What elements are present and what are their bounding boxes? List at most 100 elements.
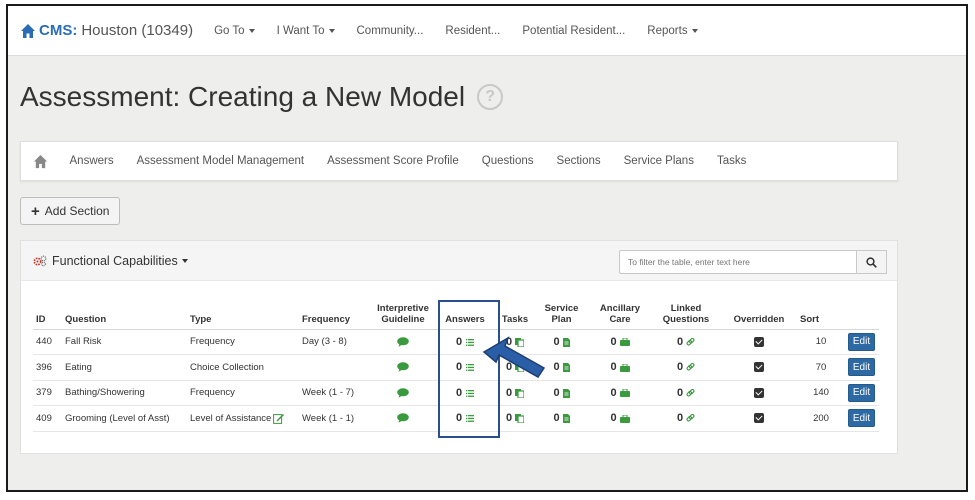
subnav-service-plans[interactable]: Service Plans	[612, 155, 705, 167]
model-subnav: Answers Assessment Model Management Asse…	[20, 141, 898, 181]
col-sort[interactable]: Sort	[797, 296, 845, 330]
nav-go-to[interactable]: Go To	[203, 25, 265, 37]
checkbox-icon	[754, 387, 764, 398]
add-section-label: Add Section	[44, 204, 110, 218]
briefcase-icon	[619, 337, 630, 347]
cell-sort: 70	[797, 354, 845, 381]
nav-i-want-to[interactable]: I Want To	[266, 25, 346, 37]
linked-questions-count: 0	[676, 386, 684, 399]
cell-linked-questions[interactable]: 0	[651, 380, 721, 406]
cell-type: Level of Assistance	[187, 405, 299, 432]
cell-id: 440	[33, 329, 62, 355]
cell-type-text: Frequency	[190, 336, 235, 348]
brand[interactable]: CMS: Houston (10349)	[20, 22, 193, 39]
caret-down-icon	[181, 258, 188, 263]
tasks-count: 0	[505, 412, 513, 425]
home-icon[interactable]	[33, 154, 48, 169]
filter-input[interactable]	[619, 250, 858, 274]
link-icon	[686, 363, 695, 371]
file-icon	[562, 363, 570, 373]
cell-type-text: Frequency	[190, 387, 235, 399]
cell-sort: 10	[797, 329, 845, 355]
cell-id: 396	[33, 354, 62, 381]
nav-resident[interactable]: Resident...	[434, 25, 511, 37]
cell-ancillary-care[interactable]: 0	[589, 354, 651, 381]
cell-service-plan[interactable]: 0	[534, 380, 589, 406]
col-service-plan-line1: Service	[544, 302, 579, 314]
cell-id: 379	[33, 380, 62, 406]
edit-pencil-icon[interactable]	[273, 413, 285, 424]
cell-ancillary-care[interactable]: 0	[589, 329, 651, 355]
edit-button[interactable]: Edit	[848, 383, 875, 402]
edit-button[interactable]: Edit	[848, 332, 875, 351]
cell-linked-questions[interactable]: 0	[651, 354, 721, 381]
home-icon	[21, 23, 35, 38]
nav-reports-label: Reports	[647, 24, 688, 37]
cell-linked-questions[interactable]: 0	[651, 329, 721, 355]
nav-potential-resident[interactable]: Potential Resident...	[511, 25, 636, 37]
ancillary-care-count: 0	[610, 412, 617, 425]
cell-frequency: Week (1 - 1)	[299, 405, 372, 432]
search-button[interactable]	[857, 250, 887, 274]
caret-down-icon	[328, 28, 335, 33]
cell-question: Eating	[62, 354, 187, 381]
checkbox-icon	[754, 413, 764, 424]
cell-linked-questions[interactable]: 0	[651, 405, 721, 432]
panel-header: Functional Capabilities	[21, 241, 897, 281]
nav-resident-label: Resident...	[445, 24, 501, 37]
nav-reports[interactable]: Reports	[636, 25, 708, 37]
subnav-sections[interactable]: Sections	[545, 155, 612, 167]
cell-actions: Edit	[845, 354, 879, 381]
cell-ancillary-care[interactable]: 0	[589, 405, 651, 432]
comment-icon[interactable]	[397, 388, 409, 398]
cell-tasks[interactable]: 0	[496, 380, 534, 406]
tasks-count: 0	[505, 386, 513, 399]
comment-icon[interactable]	[397, 337, 409, 347]
cell-service-plan[interactable]: 0	[534, 405, 589, 432]
comment-icon[interactable]	[397, 413, 409, 424]
cell-sort: 140	[797, 380, 845, 406]
subnav-questions[interactable]: Questions	[470, 155, 545, 167]
ancillary-care-count: 0	[610, 335, 617, 348]
help-icon[interactable]: ?	[477, 84, 504, 110]
edit-button[interactable]: Edit	[848, 409, 875, 428]
cell-actions: Edit	[845, 380, 879, 406]
edit-button[interactable]: Edit	[848, 358, 875, 377]
cell-frequency	[299, 354, 372, 381]
subnav-tasks[interactable]: Tasks	[705, 155, 757, 167]
service-plan-count: 0	[553, 412, 560, 425]
caret-down-icon	[248, 28, 255, 33]
subnav-answers[interactable]: Answers	[58, 155, 125, 167]
col-overridden[interactable]: Overridden	[721, 296, 797, 330]
cell-type: Choice Collection	[187, 354, 299, 381]
cell-question: Fall Risk	[62, 329, 187, 355]
linked-questions-count: 0	[676, 412, 684, 425]
subnav-assessment-score-profile[interactable]: Assessment Score Profile	[316, 155, 471, 167]
comment-icon[interactable]	[397, 362, 409, 373]
section-dropdown[interactable]: Functional Capabilities	[52, 254, 188, 268]
cell-type-text: Level of Assistance	[190, 412, 272, 424]
cell-actions: Edit	[845, 405, 879, 432]
col-ancillary-care-line1: Ancillary	[599, 302, 641, 314]
col-frequency[interactable]: Frequency	[299, 296, 372, 330]
cell-overridden	[721, 380, 797, 406]
add-section-button[interactable]: + Add Section	[20, 197, 121, 225]
nav-community[interactable]: Community...	[346, 25, 435, 37]
col-question[interactable]: Question	[62, 296, 187, 330]
col-id[interactable]: ID	[33, 296, 62, 330]
col-ancillary-care[interactable]: Ancillary Care	[589, 296, 651, 330]
cell-tasks[interactable]: 0	[496, 405, 534, 432]
caret-down-icon	[691, 28, 698, 33]
col-linked-questions-line1: Linked	[670, 302, 702, 314]
service-plan-count: 0	[553, 335, 560, 348]
cell-ancillary-care[interactable]: 0	[589, 380, 651, 406]
col-linked-questions[interactable]: Linked Questions	[651, 296, 721, 330]
col-tasks[interactable]: Tasks	[496, 296, 534, 330]
arrow-annotation	[482, 336, 546, 378]
col-service-plan[interactable]: Service Plan	[534, 296, 589, 330]
col-interpretive-guideline[interactable]: Interpretive Guideline	[372, 296, 434, 330]
service-plan-count: 0	[553, 386, 560, 399]
col-ancillary-care-line2: Care	[609, 313, 631, 325]
subnav-assessment-model-management[interactable]: Assessment Model Management	[125, 155, 315, 167]
col-type[interactable]: Type	[187, 296, 299, 330]
